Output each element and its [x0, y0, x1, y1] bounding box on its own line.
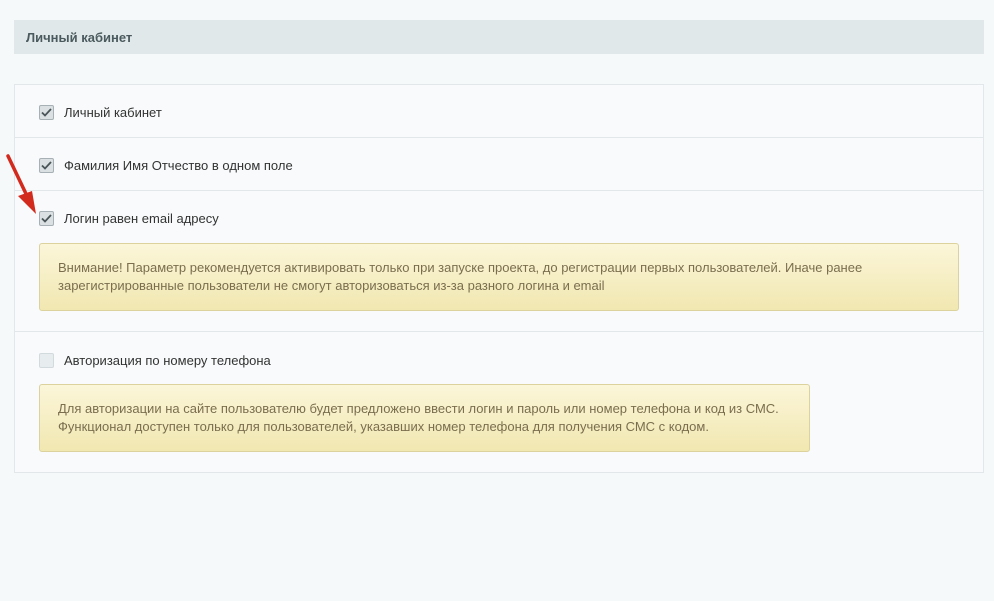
notice-line: Внимание! Параметр рекомендуется активир… — [58, 260, 863, 275]
option-row-phone-auth: Авторизация по номеру телефона Для автор… — [15, 332, 983, 472]
checkbox-phone-auth[interactable] — [39, 353, 54, 368]
option-personal-account[interactable]: Личный кабинет — [39, 105, 162, 120]
warning-notice: Внимание! Параметр рекомендуется активир… — [39, 243, 959, 311]
checkbox-personal-account[interactable] — [39, 105, 54, 120]
option-full-name[interactable]: Фамилия Имя Отчество в одном поле — [39, 158, 293, 173]
notice-line: Для авторизации на сайте пользователю бу… — [58, 401, 779, 416]
option-label: Авторизация по номеру телефона — [64, 353, 271, 368]
option-row-full-name: Фамилия Имя Отчество в одном поле — [15, 138, 983, 191]
option-phone-auth[interactable]: Авторизация по номеру телефона — [39, 353, 271, 368]
section-title: Личный кабинет — [26, 29, 133, 45]
checkmark-icon — [41, 108, 52, 117]
option-row-personal-account: Личный кабинет — [15, 85, 983, 138]
notice-line: Функционал доступен только для пользоват… — [58, 419, 709, 434]
option-label: Логин равен email адресу — [64, 211, 219, 226]
section-header: Личный кабинет — [14, 20, 984, 54]
option-label: Личный кабинет — [64, 105, 162, 120]
option-label: Фамилия Имя Отчество в одном поле — [64, 158, 293, 173]
info-notice: Для авторизации на сайте пользователю бу… — [39, 384, 810, 452]
notice-line: зарегистрированные пользователи не смогу… — [58, 278, 605, 293]
settings-panel: Личный кабинет Фамилия Имя Отчество в од… — [14, 84, 984, 473]
option-login-email[interactable]: Логин равен email адресу — [39, 211, 219, 226]
option-row-login-email: Логин равен email адресу Внимание! Парам… — [15, 191, 983, 332]
red-arrow-icon — [6, 154, 36, 214]
